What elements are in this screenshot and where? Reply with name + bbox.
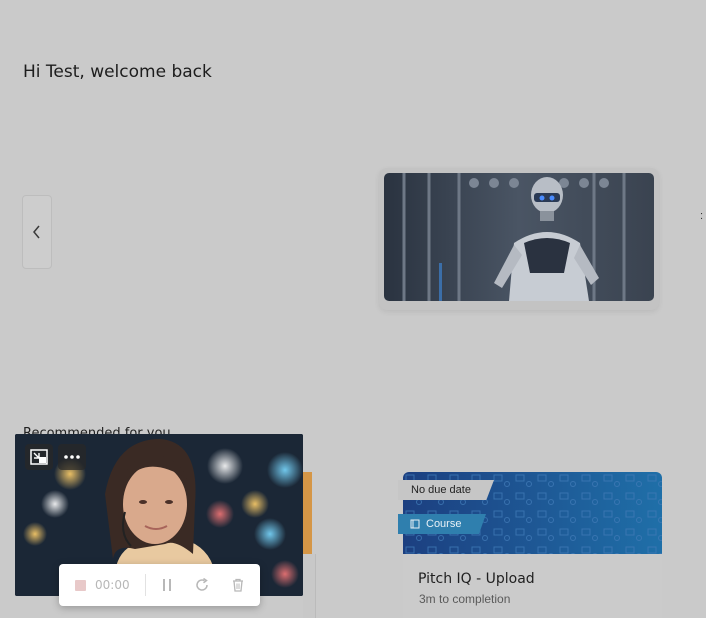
chevron-left-icon [33, 225, 40, 239]
more-options-button[interactable] [58, 444, 86, 470]
offscreen-text-fragment: : [700, 210, 704, 222]
more-horizontal-icon [64, 455, 80, 459]
pause-icon [163, 579, 171, 591]
carousel-prev-button[interactable] [22, 195, 52, 269]
recording-timer: 00:00 [95, 578, 130, 592]
pause-button[interactable] [159, 577, 175, 593]
course-title[interactable]: Pitch IQ - Upload [418, 571, 535, 587]
card-edge [303, 554, 316, 618]
card-image-edge [303, 472, 312, 554]
due-date-tag: No due date [398, 480, 494, 500]
divider [145, 574, 146, 596]
delete-button[interactable] [230, 577, 246, 593]
exit-pip-button[interactable] [25, 444, 53, 470]
trash-icon [233, 578, 243, 592]
exit-picture-in-picture-icon [30, 449, 48, 465]
book-icon [410, 519, 420, 529]
content-type-label: Course [426, 518, 462, 530]
content-type-tag: Course [398, 514, 486, 534]
recording-controls: 00:00 [59, 564, 260, 606]
course-duration: 3m to completion [419, 592, 511, 606]
welcome-greeting: Hi Test, welcome back [23, 62, 212, 82]
featured-card[interactable] [379, 168, 659, 310]
stop-icon[interactable] [75, 580, 86, 591]
restart-icon [196, 578, 208, 591]
restart-button[interactable] [194, 577, 210, 593]
robot-image [384, 173, 654, 301]
